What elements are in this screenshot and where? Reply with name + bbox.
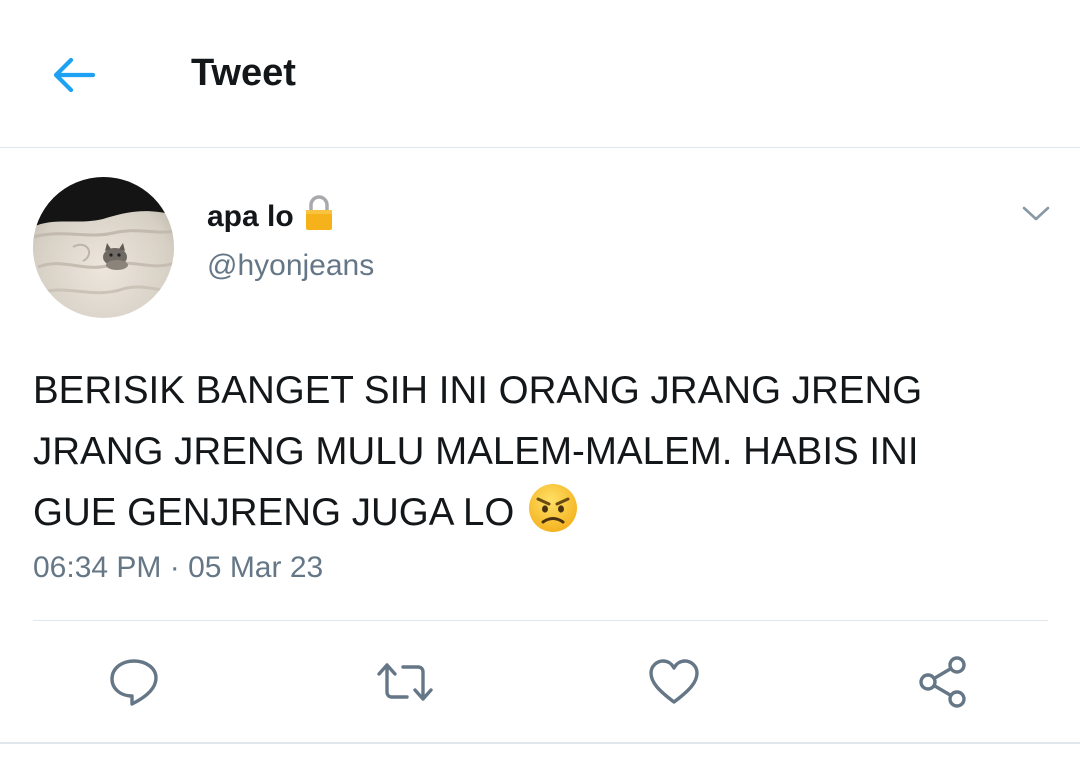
tweet-text-line-content: GUE GENJRENG JUGA LO — [33, 491, 515, 534]
divider — [33, 620, 1048, 621]
meta-separator: · — [169, 551, 180, 584]
retweet-button[interactable] — [375, 652, 435, 712]
reply-button[interactable] — [104, 652, 164, 712]
reply-icon — [110, 659, 158, 706]
tweet-text-line: BERISIK BANGET SIH INI ORANG JRANG JRENG — [33, 369, 923, 412]
arrow-left-icon — [53, 57, 96, 93]
share-button[interactable] — [913, 652, 973, 712]
display-name-text: apa lo — [207, 200, 294, 233]
tweet-text: BERISIK BANGET SIH INI ORANG JRANG JRENG… — [33, 360, 1053, 551]
like-icon — [649, 659, 699, 704]
tweet-time: 06:34 PM — [33, 551, 162, 584]
share-icon — [919, 656, 966, 708]
tweet-text-line-last: GUE GENJRENG JUGA LO — [33, 482, 1053, 551]
user-handle[interactable]: @hyonjeans — [207, 249, 374, 283]
back-button[interactable] — [44, 50, 104, 100]
display-name[interactable]: apa lo — [207, 194, 334, 240]
bottom-border — [0, 742, 1080, 744]
like-button[interactable] — [644, 652, 704, 712]
top-bar: Tweet — [0, 0, 1080, 148]
angry-face-emoji — [528, 483, 578, 551]
chevron-down-icon — [1022, 206, 1050, 221]
tweet-timestamp: 06:34 PM · 05 Mar 23 — [33, 551, 323, 585]
tweet-text-line: JRANG JRENG MULU MALEM-MALEM. HABIS INI — [33, 430, 919, 473]
cat-on-bed-avatar — [33, 177, 174, 318]
more-options-button[interactable] — [1014, 196, 1058, 232]
lock-icon — [304, 194, 334, 240]
tweet-date: 05 Mar 23 — [188, 551, 324, 584]
retweet-icon — [377, 663, 433, 701]
avatar[interactable] — [33, 177, 174, 318]
page-title: Tweet — [191, 52, 296, 94]
